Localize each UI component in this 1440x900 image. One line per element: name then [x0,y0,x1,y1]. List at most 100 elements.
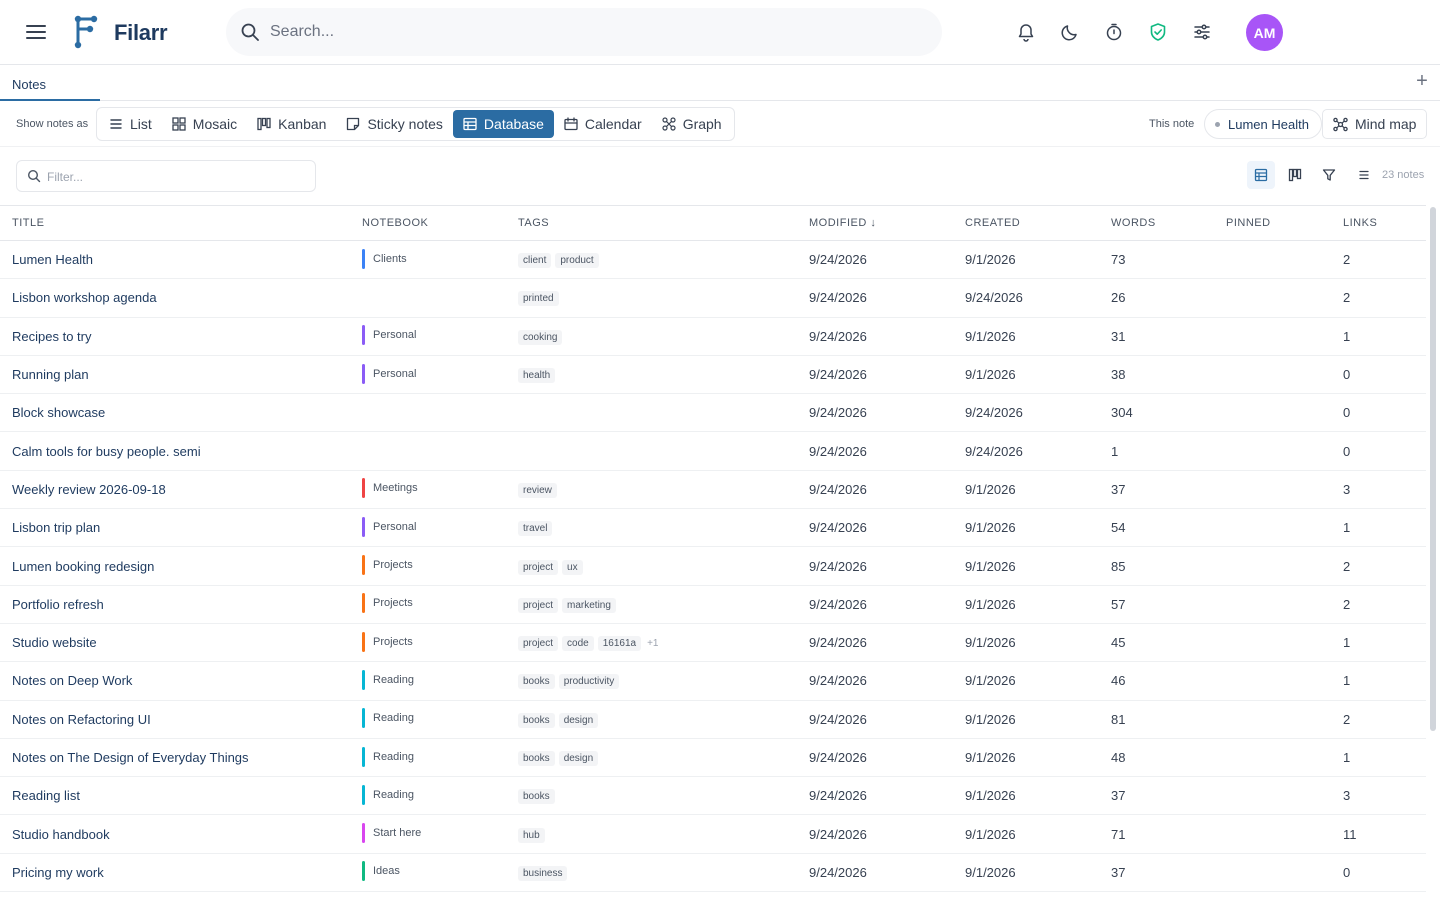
shield-check-icon[interactable] [1146,20,1170,44]
current-note-chip[interactable]: Lumen Health [1204,109,1322,139]
table-row[interactable]: Notes on The Design of Everyday Things Re… [0,738,1426,778]
tag-chip[interactable]: 16161a [597,636,642,652]
notebook-badge[interactable]: Personal [362,516,416,538]
notebook-badge[interactable]: Meetings [362,477,418,499]
column-header-words[interactable]: WORDS [1099,205,1214,241]
column-header-modified[interactable]: MODIFIED ↓ [797,205,953,241]
table-row[interactable]: Running plan Personal health 9/24/2026 9/1/2… [0,355,1426,395]
tag-chip[interactable]: product [555,253,599,269]
tag-chip[interactable]: books [518,751,555,766]
tag-chip[interactable]: marketing [562,597,616,613]
tag-chip[interactable]: printed [518,291,559,307]
table-layout-icon[interactable] [1247,161,1275,189]
table-row[interactable]: Lumen booking redesign Projects project ux 9… [0,546,1426,586]
tag-chip[interactable]: code [562,636,594,652]
cell-words: 1 [1099,431,1214,471]
column-header-notebook[interactable]: NOTEBOOK [350,205,506,241]
view-graph-button[interactable]: Graph [652,110,732,138]
table-row[interactable]: Weekly review 2026-09-18 Meetings review 9/… [0,470,1426,510]
tag-chip[interactable]: productivity [558,674,620,690]
cell-created: 9/1/2026 [953,470,1099,510]
notebook-badge[interactable]: Clients [362,248,407,270]
tag-chip[interactable]: design [558,751,599,766]
view-mosaic-button[interactable]: Mosaic [162,110,247,138]
tag-chip[interactable]: books [518,712,555,728]
moon-icon[interactable] [1058,20,1082,44]
tag-chip[interactable]: business [518,865,568,881]
column-header-created[interactable]: CREATED [953,205,1099,241]
table-row[interactable]: Notes on Refactoring UI Reading books desig… [0,700,1426,739]
tag-chip[interactable]: health [518,368,556,384]
tag-chip[interactable]: review [518,482,557,498]
table-row[interactable]: Calm tools for busy people. semi 9/24/202… [0,431,1426,471]
tag-chip[interactable]: project [518,636,559,652]
tag-chip[interactable]: books [518,789,555,805]
notebook-badge[interactable]: Reading [362,669,414,691]
cell-modified: 9/24/2026 [797,546,953,586]
table-row[interactable]: Reading list Reading books 9/24/2026 9/1/202… [0,776,1426,816]
table-row[interactable]: Portfolio refresh Projects project marketin… [0,585,1426,624]
board-layout-icon[interactable] [1281,161,1309,189]
tag-chip[interactable]: ux [562,559,583,575]
column-header-tags[interactable]: TAGS [506,205,797,241]
add-tab-icon[interactable]: + [1412,71,1432,91]
cell-words-text: 85 [1111,558,1126,574]
table-row[interactable]: Block showcase 9/24/2026 9/24/2026 304 0 [0,393,1426,433]
density-icon[interactable] [1350,161,1378,189]
notebook-badge[interactable]: Reading [362,707,414,729]
notebook-badge[interactable]: Ideas [362,860,400,882]
table-row[interactable]: Recipes to try Personal cooking 9/24/2026 9/… [0,317,1426,356]
tag-chip[interactable]: hub [518,827,545,843]
notebook-badge[interactable]: Personal [362,324,416,346]
column-header-title[interactable]: TITLE [0,205,350,241]
notebook-badge[interactable]: Start here [362,822,421,844]
table-row[interactable]: Lisbon workshop agenda printed 9/24/2026 9/… [0,278,1426,318]
view-list-button[interactable]: List [99,110,162,138]
more-tags-count[interactable]: +1 [647,638,658,649]
view-calendar-button[interactable]: Calendar [554,110,652,138]
timer-icon[interactable] [1102,20,1126,44]
notebook-name: Clients [373,252,407,265]
notebook-badge[interactable]: Reading [362,746,414,768]
cell-words: 45 [1099,623,1214,663]
hamburger-menu-icon[interactable] [24,20,48,44]
view-database-button[interactable]: Database [452,110,554,138]
search-input[interactable] [270,18,910,46]
view-sticky-notes-button[interactable]: Sticky notes [336,110,452,138]
view-kanban-button[interactable]: Kanban [247,110,336,138]
notebook-badge[interactable]: Projects [362,554,413,576]
filter-funnel-icon[interactable] [1315,161,1343,189]
table-row[interactable]: Pricing my work Ideas business 9/24/2026 9/1… [0,853,1426,893]
mind-map-button[interactable]: Mind map [1322,109,1428,139]
tab-notes[interactable]: Notes [0,65,100,101]
tag-chip[interactable]: client [518,253,552,269]
table-row[interactable]: Lumen Health Clients client product 9/24/202… [0,240,1426,280]
notebook-badge[interactable]: Reading [362,784,414,806]
notebook-badge: Personal [350,363,506,387]
filter-box[interactable] [16,160,316,192]
table-row[interactable]: Studio website Projects project code 16161a +… [0,623,1426,663]
tag-chip[interactable]: design [558,712,599,728]
bell-icon[interactable] [1014,20,1038,44]
search-bar[interactable] [226,8,942,56]
database-icon [463,117,477,131]
tag-chip[interactable]: books [518,674,555,690]
table-row[interactable]: Notes on Deep Work Reading books productivi… [0,661,1426,701]
column-header-links[interactable]: LINKS [1331,205,1426,241]
sliders-icon[interactable] [1190,20,1214,44]
column-header-pinned[interactable]: PINNED [1214,205,1331,241]
tag-chip[interactable]: cooking [518,329,563,345]
filter-input[interactable] [47,167,307,187]
user-avatar[interactable]: AM [1246,14,1283,51]
table-scrollbar[interactable] [1430,207,1436,731]
table-row[interactable]: Lisbon trip plan Personal travel 9/24/2026 9… [0,508,1426,548]
cell-tags: project ux [506,546,797,586]
table-row[interactable]: Studio handbook Start here hub 9/24/2026 9/1… [0,814,1426,854]
notebook-badge[interactable]: Projects [362,631,413,653]
notebook-badge[interactable]: Personal [362,363,416,385]
cell-modified-text: 9/24/2026 [809,405,867,421]
notebook-badge[interactable]: Projects [362,592,413,614]
tag-chip[interactable]: project [518,597,559,613]
tag-chip[interactable]: travel [518,521,553,537]
tag-chip[interactable]: project [518,559,559,575]
